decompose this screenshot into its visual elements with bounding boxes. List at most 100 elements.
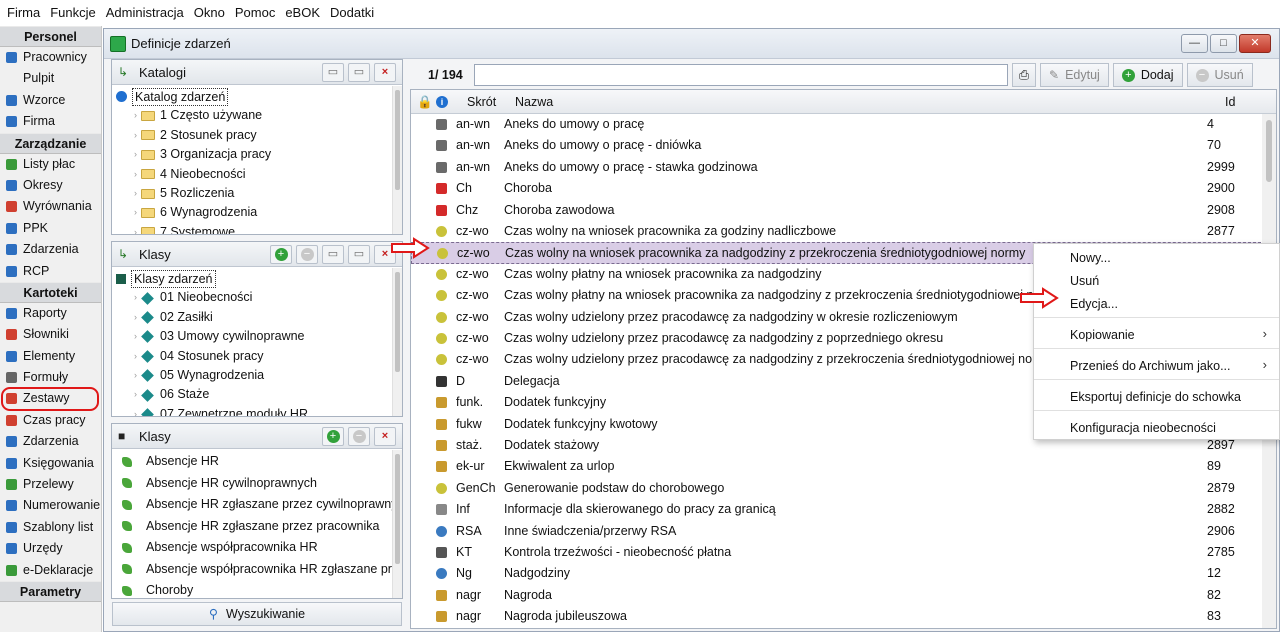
menu-item-5[interactable]: eBOK [280,0,325,26]
menu-item-1[interactable]: Funkcje [45,0,101,26]
table-row[interactable]: Chz Choroba zawodowa 2908 [411,200,1261,221]
klasa-edit-button[interactable]: ▭ [348,244,370,264]
sidebar-item[interactable]: Formuły [0,367,101,388]
lock-column-icon[interactable]: 🔒 [417,90,433,114]
sidebar-item[interactable]: Pracownicy [0,47,101,68]
menu-item-2[interactable]: Administracja [101,0,189,26]
sidebar-item[interactable]: Zdarzenia [0,431,101,452]
klasy-list-remove-button[interactable]: − [348,426,370,446]
folder-delete-button[interactable]: × [374,62,396,82]
sidebar-item[interactable]: Księgowania [0,453,101,474]
table-row[interactable]: an-wn Aneks do umowy o pracę - stawka god… [411,157,1261,178]
sidebar-item-zestawy[interactable]: Zestawy [1,387,99,411]
minimize-button[interactable]: — [1181,34,1208,53]
table-row[interactable]: an-wn Aneks do umowy o pracę - dniówka 70 [411,135,1261,156]
expand-icon[interactable]: › [134,385,137,404]
sidebar-item[interactable]: Zdarzenia [0,239,101,260]
sidebar-item[interactable]: Wyrównania [0,196,101,217]
context-menu-item[interactable]: Eksportuj definicje do schowka [1070,386,1241,408]
info-column-icon[interactable]: i [436,96,448,108]
sidebar-item[interactable]: RCP [0,261,101,282]
klasa-item[interactable]: › 02 Zasiłki [112,308,392,327]
table-row[interactable]: Inf Informacje dla skierowanego do pracy … [411,499,1261,520]
klasa-list-item[interactable]: Absencje HR zgłaszane przez cywilnoprawn… [112,494,392,516]
expand-icon[interactable]: › [134,165,137,184]
klasa-list-item[interactable]: Choroby [112,580,392,598]
sidebar-item[interactable]: Listy płac [0,154,101,175]
klasa-item[interactable]: › 01 Nieobecności [112,288,392,307]
klasa-add-button[interactable]: + [270,244,292,264]
table-row[interactable]: nagr Nagroda jubileuszowa 83 [411,606,1261,627]
sidebar-item[interactable]: Elementy [0,346,101,367]
klasa-item[interactable]: › 07 Zewnętrzne moduły HR [112,405,392,416]
katalog-item[interactable]: › 6 Wynagrodzenia [112,203,392,222]
header-nazwa[interactable]: Nazwa [515,90,553,114]
expand-icon[interactable]: › [134,405,137,416]
sidebar-item[interactable]: Raporty [0,303,101,324]
context-menu-item[interactable]: Konfiguracja nieobecności [1070,417,1216,439]
table-row[interactable]: GenCh Generowanie podstaw do chorobowego 2… [411,478,1261,499]
klasa-list-item[interactable]: Absencje HR cywilnoprawnych [112,473,392,495]
print-button[interactable]: ⎙ [1012,63,1037,87]
katalogi-scrollbar[interactable] [392,86,402,234]
edit-button[interactable]: ✎ Edytuj [1040,63,1109,87]
table-row[interactable]: an-wn Aneks do umowy o pracę 4 [411,114,1261,135]
expand-icon[interactable]: › [134,288,137,307]
header-skrot[interactable]: Skrót [467,90,496,114]
expand-icon[interactable]: › [134,327,137,346]
menu-item-4[interactable]: Pomoc [230,0,280,26]
klasa-list-item[interactable]: Absencje współpracownika HR zgłaszane pr… [112,559,392,581]
table-row[interactable]: nagr Nagroda 82 [411,585,1261,606]
context-menu-item[interactable]: Kopiowanie [1070,324,1135,346]
table-row[interactable]: Ng Nadgodziny 12 [411,563,1261,584]
header-id[interactable]: Id [1225,90,1235,114]
tree-root[interactable]: Katalog zdarzeń [112,87,392,106]
table-row[interactable]: cz-wo Czas wolny na wniosek pracownika za… [411,221,1261,242]
klasy-list-scrollbar[interactable] [392,450,402,598]
add-button[interactable]: + Dodaj [1112,63,1183,87]
expand-icon[interactable]: › [134,308,137,327]
sidebar-item[interactable]: Firma [0,111,101,132]
expand-icon[interactable]: › [134,347,137,366]
wyszukiwanie-button[interactable]: ⚲ Wyszukiwanie [112,602,402,626]
katalog-item[interactable]: › 4 Nieobecności [112,165,392,184]
sidebar-item[interactable]: Pulpit [0,68,101,89]
close-window-button[interactable]: ✕ [1239,34,1271,53]
sidebar-item[interactable]: Numerowanie [0,495,101,516]
tree-root[interactable]: Klasy zdarzeń [112,269,392,288]
expand-icon[interactable]: › [134,145,137,164]
klasy-list-add-button[interactable]: + [322,426,344,446]
maximize-button[interactable]: □ [1210,34,1237,53]
sidebar-item[interactable]: Wzorce [0,90,101,111]
klasy-tree-scrollbar[interactable] [392,268,402,416]
table-row[interactable]: KT Kontrola trzeźwości - nieobecność płat… [411,542,1261,563]
klasa-item[interactable]: › 04 Stosunek pracy [112,347,392,366]
klasa-item[interactable]: › 03 Umowy cywilnoprawne [112,327,392,346]
table-row[interactable]: Ch Choroba 2900 [411,178,1261,199]
sidebar-item[interactable]: e-Deklaracje [0,560,101,581]
menu-item-3[interactable]: Okno [189,0,230,26]
klasa-list-item[interactable]: Absencje współpracownika HR [112,537,392,559]
expand-icon[interactable]: › [134,223,137,234]
klasy-list-delete-button[interactable]: × [374,426,396,446]
klasa-item[interactable]: › 05 Wynagrodzenia [112,366,392,385]
folder-edit-button[interactable]: ▭ [348,62,370,82]
klasa-item[interactable]: › 06 Staże [112,385,392,404]
katalog-item[interactable]: › 7 Systemowe [112,223,392,234]
sidebar-item[interactable]: Okresy [0,175,101,196]
klasa-list-item[interactable]: Absencje HR zgłaszane przez pracownika [112,516,392,538]
klasa-list-item[interactable]: Absencje HR [112,451,392,473]
expand-icon[interactable]: › [134,106,137,125]
sidebar-item[interactable]: Szablony list [0,517,101,538]
context-menu-item[interactable]: Przenieś do Archiwum jako... [1070,355,1231,377]
katalog-item[interactable]: › 3 Organizacja pracy [112,145,392,164]
sidebar-item[interactable]: Czas pracy [0,410,101,431]
sidebar-item[interactable]: Urzędy [0,538,101,559]
katalog-item[interactable]: › 5 Rozliczenia [112,184,392,203]
expand-icon[interactable]: › [134,366,137,385]
sidebar-item[interactable]: PPK [0,218,101,239]
sidebar-item[interactable]: Przelewy [0,474,101,495]
klasa-remove-button[interactable]: − [296,244,318,264]
grid-search-input[interactable] [474,64,1008,86]
delete-button[interactable]: − Usuń [1186,63,1253,87]
